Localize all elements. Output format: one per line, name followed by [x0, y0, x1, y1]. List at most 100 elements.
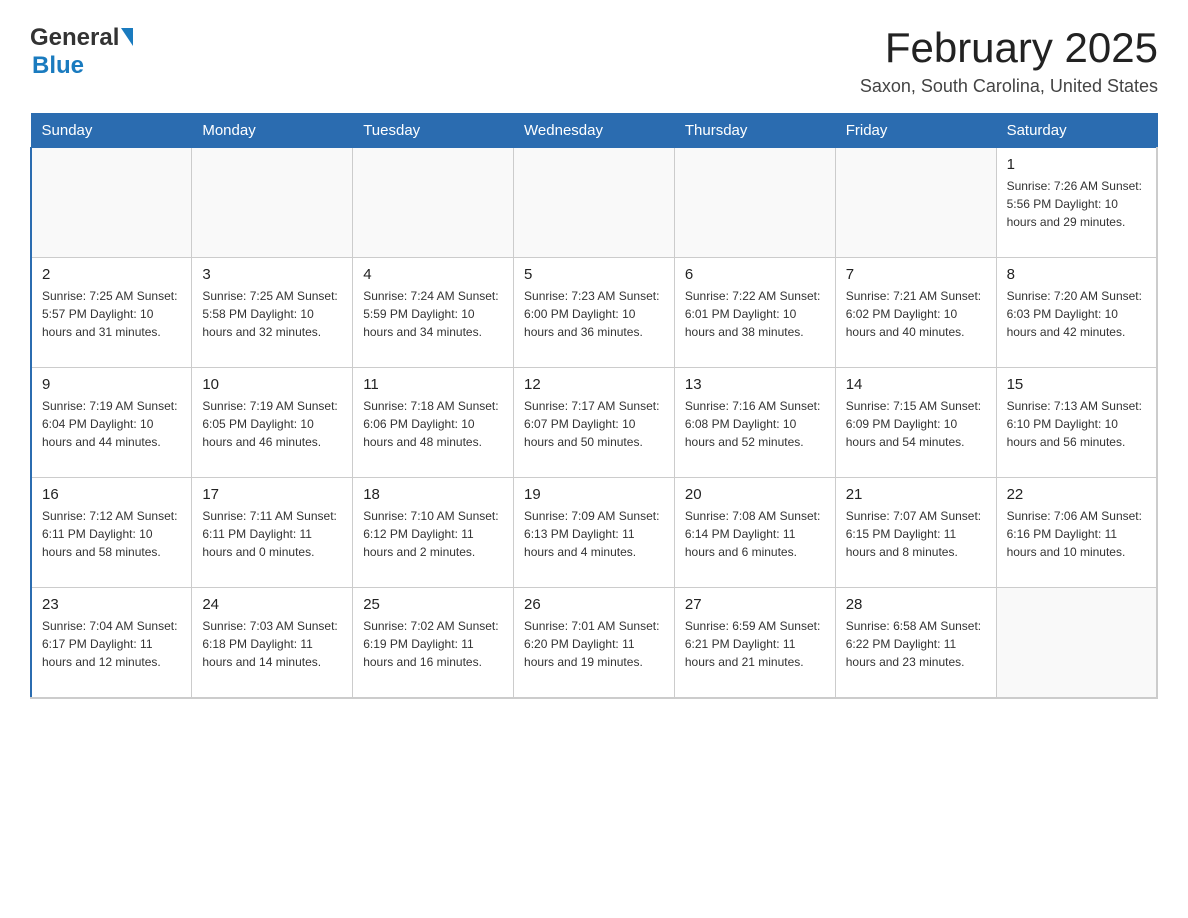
- calendar-week-row: 1 Sunrise: 7:26 AM Sunset: 5:56 PM Daylig…: [31, 148, 1157, 258]
- day-info: Sunrise: 7:06 AM Sunset: 6:16 PM Dayligh…: [1007, 507, 1146, 561]
- day-info: Sunrise: 6:59 AM Sunset: 6:21 PM Dayligh…: [685, 617, 825, 671]
- day-number: 17: [202, 486, 342, 503]
- page-title: February 2025: [860, 24, 1158, 72]
- calendar-cell: [31, 148, 192, 258]
- day-number: 14: [846, 376, 986, 393]
- day-number: 26: [524, 596, 664, 613]
- day-info: Sunrise: 7:08 AM Sunset: 6:14 PM Dayligh…: [685, 507, 825, 561]
- day-number: 19: [524, 486, 664, 503]
- calendar-cell: 25 Sunrise: 7:02 AM Sunset: 6:19 PM Dayli…: [353, 588, 514, 698]
- calendar-week-row: 23 Sunrise: 7:04 AM Sunset: 6:17 PM Dayli…: [31, 588, 1157, 698]
- calendar-cell: [674, 148, 835, 258]
- day-number: 27: [685, 596, 825, 613]
- day-number: 8: [1007, 266, 1146, 283]
- calendar-cell: 12 Sunrise: 7:17 AM Sunset: 6:07 PM Dayli…: [514, 368, 675, 478]
- day-number: 5: [524, 266, 664, 283]
- day-number: 21: [846, 486, 986, 503]
- title-section: February 2025 Saxon, South Carolina, Uni…: [860, 24, 1158, 97]
- calendar-cell: 7 Sunrise: 7:21 AM Sunset: 6:02 PM Daylig…: [835, 258, 996, 368]
- calendar-week-row: 9 Sunrise: 7:19 AM Sunset: 6:04 PM Daylig…: [31, 368, 1157, 478]
- day-info: Sunrise: 7:25 AM Sunset: 5:58 PM Dayligh…: [202, 287, 342, 341]
- calendar-cell: [996, 588, 1157, 698]
- calendar-cell: 23 Sunrise: 7:04 AM Sunset: 6:17 PM Dayli…: [31, 588, 192, 698]
- calendar-cell: 20 Sunrise: 7:08 AM Sunset: 6:14 PM Dayli…: [674, 478, 835, 588]
- calendar-cell: 4 Sunrise: 7:24 AM Sunset: 5:59 PM Daylig…: [353, 258, 514, 368]
- day-number: 13: [685, 376, 825, 393]
- day-info: Sunrise: 7:23 AM Sunset: 6:00 PM Dayligh…: [524, 287, 664, 341]
- day-info: Sunrise: 7:18 AM Sunset: 6:06 PM Dayligh…: [363, 397, 503, 451]
- col-sunday: Sunday: [31, 114, 192, 148]
- calendar-cell: 19 Sunrise: 7:09 AM Sunset: 6:13 PM Dayli…: [514, 478, 675, 588]
- calendar-cell: 16 Sunrise: 7:12 AM Sunset: 6:11 PM Dayli…: [31, 478, 192, 588]
- calendar-cell: 28Sunrise: 6:58 AM Sunset: 6:22 PM Dayli…: [835, 588, 996, 698]
- col-thursday: Thursday: [674, 114, 835, 148]
- day-number: 2: [42, 266, 181, 283]
- day-info: Sunrise: 7:01 AM Sunset: 6:20 PM Dayligh…: [524, 617, 664, 671]
- day-number: 9: [42, 376, 181, 393]
- day-number: 24: [202, 596, 342, 613]
- calendar-cell: 13 Sunrise: 7:16 AM Sunset: 6:08 PM Dayli…: [674, 368, 835, 478]
- calendar-week-row: 2 Sunrise: 7:25 AM Sunset: 5:57 PM Daylig…: [31, 258, 1157, 368]
- day-number: 16: [42, 486, 181, 503]
- day-info: Sunrise: 7:24 AM Sunset: 5:59 PM Dayligh…: [363, 287, 503, 341]
- day-info: Sunrise: 7:20 AM Sunset: 6:03 PM Dayligh…: [1007, 287, 1146, 341]
- day-info: Sunrise: 7:26 AM Sunset: 5:56 PM Dayligh…: [1007, 177, 1146, 231]
- calendar-cell: [353, 148, 514, 258]
- day-info: Sunrise: 7:03 AM Sunset: 6:18 PM Dayligh…: [202, 617, 342, 671]
- day-number: 25: [363, 596, 503, 613]
- day-number: 23: [42, 596, 181, 613]
- logo-general-text: General: [30, 24, 119, 52]
- logo-triangle-icon: [121, 28, 133, 46]
- day-number: 3: [202, 266, 342, 283]
- logo: General Blue: [30, 24, 133, 80]
- calendar-cell: [192, 148, 353, 258]
- calendar-cell: 2 Sunrise: 7:25 AM Sunset: 5:57 PM Daylig…: [31, 258, 192, 368]
- day-number: 18: [363, 486, 503, 503]
- page-subtitle: Saxon, South Carolina, United States: [860, 76, 1158, 97]
- day-info: Sunrise: 7:16 AM Sunset: 6:08 PM Dayligh…: [685, 397, 825, 451]
- day-number: 15: [1007, 376, 1146, 393]
- calendar-cell: 26 Sunrise: 7:01 AM Sunset: 6:20 PM Dayli…: [514, 588, 675, 698]
- day-number: 7: [846, 266, 986, 283]
- day-info: Sunrise: 7:19 AM Sunset: 6:04 PM Dayligh…: [42, 397, 181, 451]
- calendar-cell: 22Sunrise: 7:06 AM Sunset: 6:16 PM Dayli…: [996, 478, 1157, 588]
- day-number: 20: [685, 486, 825, 503]
- col-monday: Monday: [192, 114, 353, 148]
- day-info: Sunrise: 7:04 AM Sunset: 6:17 PM Dayligh…: [42, 617, 181, 671]
- day-info: Sunrise: 7:10 AM Sunset: 6:12 PM Dayligh…: [363, 507, 503, 561]
- page-header: General Blue February 2025 Saxon, South …: [30, 24, 1158, 97]
- col-tuesday: Tuesday: [353, 114, 514, 148]
- calendar-cell: 17 Sunrise: 7:11 AM Sunset: 6:11 PM Dayli…: [192, 478, 353, 588]
- day-info: Sunrise: 7:17 AM Sunset: 6:07 PM Dayligh…: [524, 397, 664, 451]
- calendar-week-row: 16 Sunrise: 7:12 AM Sunset: 6:11 PM Dayli…: [31, 478, 1157, 588]
- calendar-cell: 9 Sunrise: 7:19 AM Sunset: 6:04 PM Daylig…: [31, 368, 192, 478]
- day-number: 6: [685, 266, 825, 283]
- day-number: 10: [202, 376, 342, 393]
- day-number: 4: [363, 266, 503, 283]
- day-info: Sunrise: 7:15 AM Sunset: 6:09 PM Dayligh…: [846, 397, 986, 451]
- calendar-cell: 11Sunrise: 7:18 AM Sunset: 6:06 PM Dayli…: [353, 368, 514, 478]
- calendar-cell: 5 Sunrise: 7:23 AM Sunset: 6:00 PM Daylig…: [514, 258, 675, 368]
- logo-text: General: [30, 24, 133, 52]
- day-info: Sunrise: 7:25 AM Sunset: 5:57 PM Dayligh…: [42, 287, 181, 341]
- logo-blue-text: Blue: [32, 52, 84, 80]
- calendar-table: Sunday Monday Tuesday Wednesday Thursday…: [30, 113, 1158, 699]
- day-info: Sunrise: 7:12 AM Sunset: 6:11 PM Dayligh…: [42, 507, 181, 561]
- day-info: Sunrise: 7:02 AM Sunset: 6:19 PM Dayligh…: [363, 617, 503, 671]
- col-friday: Friday: [835, 114, 996, 148]
- calendar-cell: 18 Sunrise: 7:10 AM Sunset: 6:12 PM Dayli…: [353, 478, 514, 588]
- day-number: 1: [1007, 156, 1146, 173]
- calendar-cell: 8 Sunrise: 7:20 AM Sunset: 6:03 PM Daylig…: [996, 258, 1157, 368]
- day-number: 28: [846, 596, 986, 613]
- calendar-cell: [835, 148, 996, 258]
- day-number: 12: [524, 376, 664, 393]
- day-info: Sunrise: 7:21 AM Sunset: 6:02 PM Dayligh…: [846, 287, 986, 341]
- day-info: Sunrise: 7:11 AM Sunset: 6:11 PM Dayligh…: [202, 507, 342, 561]
- col-wednesday: Wednesday: [514, 114, 675, 148]
- day-info: Sunrise: 7:09 AM Sunset: 6:13 PM Dayligh…: [524, 507, 664, 561]
- calendar-cell: [514, 148, 675, 258]
- calendar-cell: 3 Sunrise: 7:25 AM Sunset: 5:58 PM Daylig…: [192, 258, 353, 368]
- calendar-cell: 27 Sunrise: 6:59 AM Sunset: 6:21 PM Dayli…: [674, 588, 835, 698]
- calendar-cell: 1 Sunrise: 7:26 AM Sunset: 5:56 PM Daylig…: [996, 148, 1157, 258]
- calendar-cell: 14 Sunrise: 7:15 AM Sunset: 6:09 PM Dayli…: [835, 368, 996, 478]
